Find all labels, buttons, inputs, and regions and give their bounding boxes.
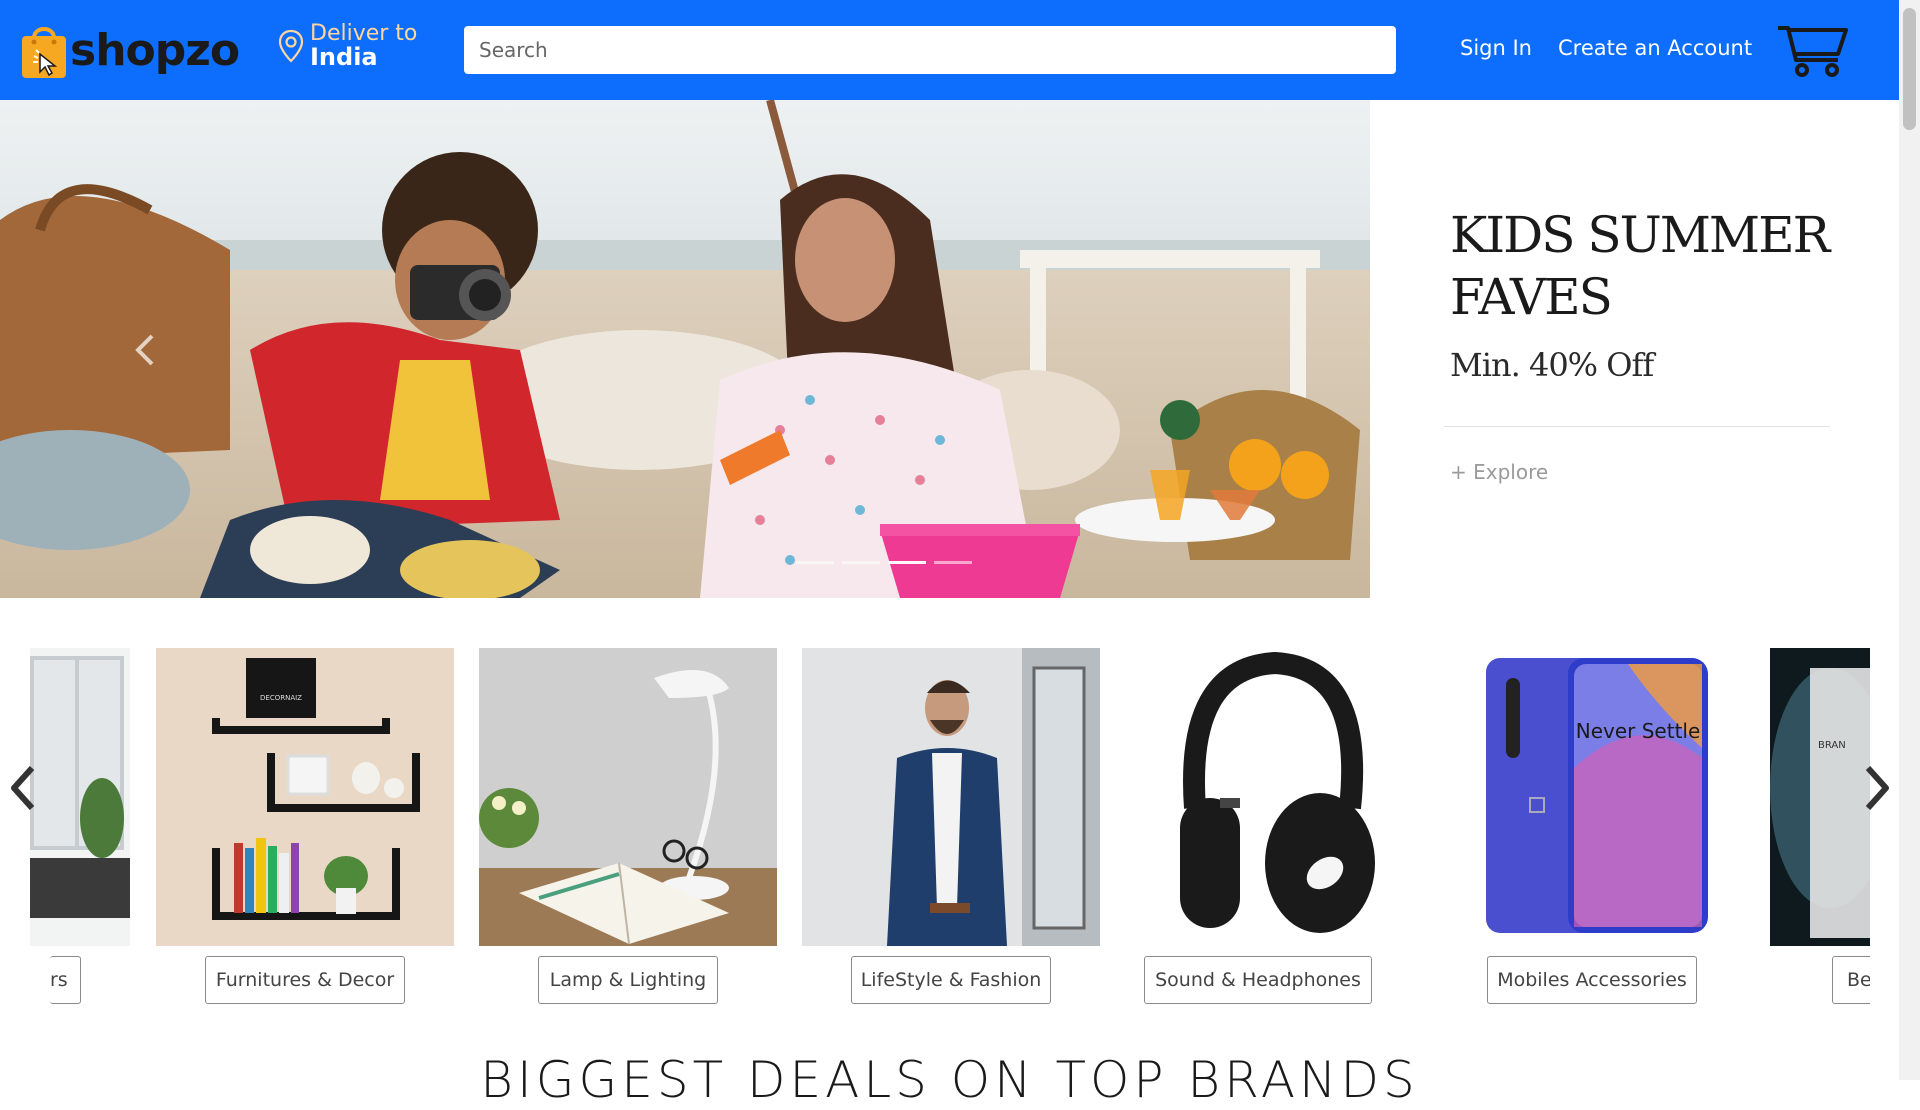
- hero-title: KIDS SUMMER FAVES: [1450, 206, 1830, 326]
- category-card: rs: [30, 648, 130, 1008]
- hero-divider: [1444, 426, 1830, 427]
- search-input[interactable]: [464, 26, 1396, 74]
- shopping-bag-icon: [22, 27, 66, 78]
- page-scrollbar[interactable]: [1899, 0, 1920, 1080]
- location-pin-icon: [278, 30, 304, 63]
- category-label[interactable]: Sound & Headphones: [1144, 956, 1372, 1004]
- category-label[interactable]: Furnitures & Decor: [205, 956, 405, 1004]
- carousel-dot[interactable]: [842, 561, 880, 564]
- carousel-indicators: [796, 561, 972, 564]
- carousel-dot[interactable]: [796, 561, 834, 564]
- category-image-home[interactable]: [30, 648, 130, 946]
- category-image-furniture[interactable]: DECORNAIZ: [156, 648, 454, 946]
- explore-link[interactable]: + Explore: [1450, 460, 1548, 484]
- scrollbar-thumb[interactable]: [1903, 8, 1916, 130]
- deliver-label: Deliver to: [310, 21, 418, 46]
- category-image-lamp[interactable]: [479, 648, 777, 946]
- hero-beach-kids-image[interactable]: [0, 100, 1370, 598]
- category-carousel: rs DECORNAIZ Furnitures & Decor Lamp & L…: [30, 648, 1870, 1008]
- carousel-dot-active[interactable]: [888, 561, 926, 564]
- chevron-left-icon[interactable]: [130, 330, 160, 370]
- deliver-country: India: [310, 43, 378, 72]
- brand-name: shopzo: [70, 24, 240, 76]
- category-card: BRAN Be: [1770, 648, 1870, 1008]
- deliver-location[interactable]: Deliver to India: [278, 22, 417, 70]
- category-card: Never Settle Mobiles Accessories: [1448, 648, 1746, 1008]
- category-label[interactable]: Mobiles Accessories: [1487, 956, 1697, 1004]
- category-card: LifeStyle & Fashion: [802, 648, 1100, 1008]
- carousel-next-arrow-icon[interactable]: [1862, 766, 1892, 810]
- create-account-link[interactable]: Create an Account: [1558, 36, 1752, 60]
- sign-in-link[interactable]: Sign In: [1460, 36, 1532, 60]
- beauty-brand-text: BRAN: [1818, 740, 1846, 751]
- category-image-headphones[interactable]: [1125, 648, 1423, 946]
- hero-carousel: KIDS SUMMER FAVES Min. 40% Off + Explore: [0, 100, 1899, 598]
- category-label[interactable]: LifeStyle & Fashion: [851, 956, 1051, 1004]
- category-image-mobiles[interactable]: Never Settle: [1448, 648, 1746, 946]
- section-title-top-brands: BIGGEST DEALS ON TOP BRANDS: [480, 1051, 1419, 1109]
- hero-promo-panel: KIDS SUMMER FAVES Min. 40% Off + Explore: [1370, 100, 1899, 598]
- carousel-dot[interactable]: [934, 561, 972, 564]
- category-image-fashion[interactable]: [802, 648, 1100, 946]
- top-navbar: shopzo Deliver to India Sign In Create a…: [0, 0, 1899, 100]
- brand-logo[interactable]: shopzo: [20, 18, 240, 82]
- category-card: Sound & Headphones: [1125, 648, 1423, 1008]
- category-card: Lamp & Lighting: [479, 648, 777, 1008]
- category-card: DECORNAIZ Furnitures & Decor: [156, 648, 454, 1008]
- category-image-beauty[interactable]: BRAN: [1770, 648, 1870, 946]
- decor-brand-text: DECORNAIZ: [260, 694, 302, 702]
- category-label[interactable]: Be: [1832, 956, 1870, 1004]
- shopping-cart-icon[interactable]: [1776, 22, 1848, 78]
- phone-tagline-text: Never Settle: [1576, 719, 1701, 743]
- category-label[interactable]: rs: [50, 956, 81, 1004]
- category-label[interactable]: Lamp & Lighting: [538, 956, 718, 1004]
- hero-subtitle: Min. 40% Off: [1450, 346, 1654, 384]
- carousel-prev-arrow-icon[interactable]: [8, 766, 38, 810]
